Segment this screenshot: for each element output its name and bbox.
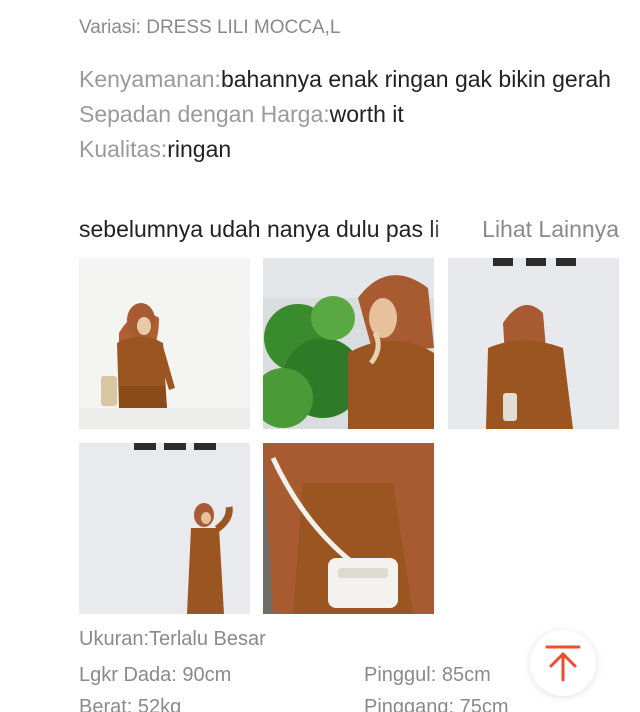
waist-measurement: Pinggang: 75cm <box>364 696 509 712</box>
attribute-quality: Kualitas:ringan <box>79 132 619 167</box>
attribute-value: worth it <box>329 101 404 127</box>
attribute-value: ringan <box>167 136 232 162</box>
attribute-label: Kualitas: <box>79 136 168 162</box>
photo-image <box>79 443 250 614</box>
chest-measurement: Lgkr Dada: 90cm <box>79 664 232 686</box>
review-attributes: Kenyamanan:bahannya enak ringan gak biki… <box>79 62 619 167</box>
size-fit-note: Ukuran:Terlalu Besar <box>79 628 266 650</box>
attribute-label: Sepadan dengan Harga: <box>79 101 330 127</box>
review-text-preview: sebelumnya udah nanya dulu pas li Lihat … <box>79 211 619 247</box>
scroll-to-top-button[interactable] <box>530 630 596 696</box>
see-more-link[interactable]: Lihat Lainnya <box>482 211 619 247</box>
review-photo-4[interactable] <box>79 443 250 614</box>
photo-image <box>79 258 250 429</box>
review-photo-2[interactable] <box>263 258 434 429</box>
review-text: sebelumnya udah nanya dulu pas li <box>79 216 440 242</box>
review-photo-5[interactable] <box>263 443 434 614</box>
review-photo-1[interactable] <box>79 258 250 429</box>
photo-image <box>263 258 434 429</box>
arrow-up-to-top-icon <box>545 645 581 682</box>
attribute-value-for-money: Sepadan dengan Harga:worth it <box>79 97 619 132</box>
attribute-label: Kenyamanan: <box>79 66 221 92</box>
review-photo-3[interactable] <box>448 258 619 429</box>
attribute-comfort: Kenyamanan:bahannya enak ringan gak biki… <box>79 62 619 97</box>
fade-overlay: Lihat Lainnya <box>429 211 619 247</box>
photo-image <box>263 443 434 614</box>
weight-measurement: Berat: 52kg <box>79 696 182 712</box>
photo-image <box>448 258 619 429</box>
attribute-value: bahannya enak ringan gak bikin gerah <box>220 66 611 92</box>
review-variant: Variasi: DRESS LILI MOCCA,L <box>79 17 341 38</box>
hip-measurement: Pinggul: 85cm <box>364 664 491 686</box>
